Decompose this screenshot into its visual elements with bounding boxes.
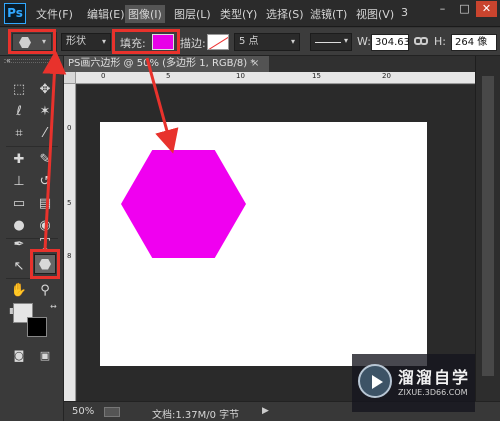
eraser-tool-icon[interactable]: ▭: [8, 193, 30, 213]
menu-3d[interactable]: 3: [401, 6, 408, 19]
annotation-box-fill: [112, 29, 180, 54]
background-color-swatch[interactable]: [27, 317, 47, 337]
document-tab-title: PS画六边形 @ 50% (多边形 1, RGB/8) *: [68, 58, 256, 69]
zoom-tool-icon[interactable]: ⚲: [34, 280, 56, 300]
menu-type[interactable]: 类型(Y): [220, 6, 257, 22]
tool-mode-value: 形状: [66, 36, 86, 47]
menu-file[interactable]: 文件(F): [36, 6, 73, 22]
healing-brush-tool-icon[interactable]: ✚: [8, 149, 30, 169]
watermark-subtitle: ZIXUE.3D66.COM: [398, 388, 468, 397]
width-input[interactable]: 304.63: [371, 34, 410, 51]
vertical-scrollbar[interactable]: [475, 56, 500, 401]
quick-mask-icon[interactable]: ◙: [8, 345, 30, 365]
divider: [6, 146, 58, 147]
lasso-tool-icon[interactable]: ℓ: [8, 101, 30, 121]
watermark: 溜溜自学 ZIXUE.3D66.COM: [352, 354, 475, 412]
swap-colors-icon[interactable]: ↔: [50, 302, 57, 311]
ruler-tick-label: 0: [67, 124, 72, 132]
horizontal-ruler[interactable]: 0 5 10 15 20: [76, 72, 475, 84]
stroke-label: 描边:: [180, 37, 206, 50]
minimize-button[interactable]: –: [432, 1, 453, 17]
menu-image[interactable]: 图像(I): [125, 5, 165, 23]
clone-stamp-tool-icon[interactable]: ⊥: [8, 171, 30, 191]
screen-mode-icon[interactable]: ▣: [34, 345, 56, 365]
watermark-title: 溜溜自学: [398, 368, 471, 387]
ruler-origin[interactable]: [64, 72, 76, 84]
document-tab[interactable]: PS画六边形 @ 50% (多边形 1, RGB/8) *: [64, 56, 269, 72]
photoshop-logo-icon: Ps: [4, 3, 26, 24]
stroke-width-value: 5 点: [239, 36, 259, 47]
collapse-icon[interactable]: «: [6, 56, 11, 65]
menu-select[interactable]: 选择(S): [266, 6, 304, 22]
blur-tool-icon[interactable]: ●: [8, 215, 30, 235]
ruler-tick-label: 15: [312, 72, 321, 80]
menu-filter[interactable]: 滤镜(T): [310, 6, 347, 22]
document-tab-bar: PS画六边形 @ 50% (多边形 1, RGB/8) * ×: [64, 56, 475, 72]
stroke-width-field[interactable]: 5 点 ▾: [234, 33, 300, 51]
annotation-box-polygon-tool: [30, 249, 60, 279]
height-label: H:: [434, 35, 446, 48]
menu-bar: Ps 文件(F) 编辑(E) 图像(I) 图层(L) 类型(Y) 选择(S) 滤…: [0, 0, 500, 27]
ruler-tick-label: 5: [166, 72, 171, 80]
width-label: W:: [357, 35, 371, 48]
history-brush-tool-icon[interactable]: ↺: [34, 171, 56, 191]
path-selection-tool-icon[interactable]: ↖: [8, 256, 30, 276]
menu-layer[interactable]: 图层(L): [174, 6, 211, 22]
toolbox-grip[interactable]: [4, 59, 60, 63]
gradient-tool-icon[interactable]: ▤: [34, 193, 56, 213]
brush-tool-icon[interactable]: ✎: [34, 149, 56, 169]
menu-edit[interactable]: 编辑(E): [87, 6, 125, 22]
scrollbar-thumb[interactable]: [482, 76, 494, 376]
ruler-tick-label: 8: [67, 252, 72, 260]
ruler-tick-label: 10: [236, 72, 245, 80]
divider: [56, 32, 57, 52]
close-tab-icon[interactable]: ×: [251, 56, 259, 72]
toolbox: « ⬚ ✥ ℓ ✶ ⌗ ⁄ ✚ ✎ ⊥ ↺ ▭ ▤ ● ◉ ✒ T ↖ ✋ ⚲ …: [0, 56, 64, 421]
ruler-tick-label: 20: [382, 72, 391, 80]
options-bar: ▾ 形状 ▾ 填充: 描边: 5 点 ▾ ▾ W: 304.63 H: 264 …: [0, 28, 500, 56]
tool-mode-select[interactable]: 形状 ▾: [61, 33, 111, 51]
maximize-button[interactable]: □: [454, 1, 475, 17]
play-logo-icon: [358, 364, 392, 398]
crop-tool-icon[interactable]: ⌗: [8, 123, 30, 143]
document-icon: [104, 407, 120, 417]
chevron-down-icon: ▾: [343, 36, 348, 45]
eyedropper-tool-icon[interactable]: ⁄: [34, 123, 56, 143]
pen-tool-icon[interactable]: ✒: [8, 234, 30, 254]
vertical-ruler[interactable]: 0 5 8: [64, 84, 76, 401]
magic-wand-tool-icon[interactable]: ✶: [34, 101, 56, 121]
chevron-down-icon: ▾: [101, 37, 106, 46]
ruler-tick-label: 0: [101, 72, 106, 80]
close-button[interactable]: ✕: [476, 1, 497, 17]
hand-tool-icon[interactable]: ✋: [8, 280, 30, 300]
ruler-tick-label: 5: [67, 199, 72, 207]
chevron-down-icon: ▾: [290, 37, 295, 46]
move-tool-icon[interactable]: ✥: [34, 79, 56, 99]
stroke-line-icon: [315, 42, 341, 43]
play-arrow-icon[interactable]: ▶: [262, 406, 269, 416]
document-info: 文档:1.37M/0 字节: [152, 410, 240, 421]
zoom-level[interactable]: 50%: [72, 406, 94, 417]
stroke-type-select[interactable]: ▾: [310, 33, 352, 51]
stroke-color-swatch[interactable]: [207, 34, 229, 50]
marquee-tool-icon[interactable]: ⬚: [8, 79, 30, 99]
height-input[interactable]: 264 像: [451, 34, 497, 51]
link-icon[interactable]: [414, 37, 428, 45]
menu-view[interactable]: 视图(V): [356, 6, 394, 22]
dodge-tool-icon[interactable]: ◉: [34, 215, 56, 235]
annotation-box-tool-preset: [8, 29, 56, 54]
